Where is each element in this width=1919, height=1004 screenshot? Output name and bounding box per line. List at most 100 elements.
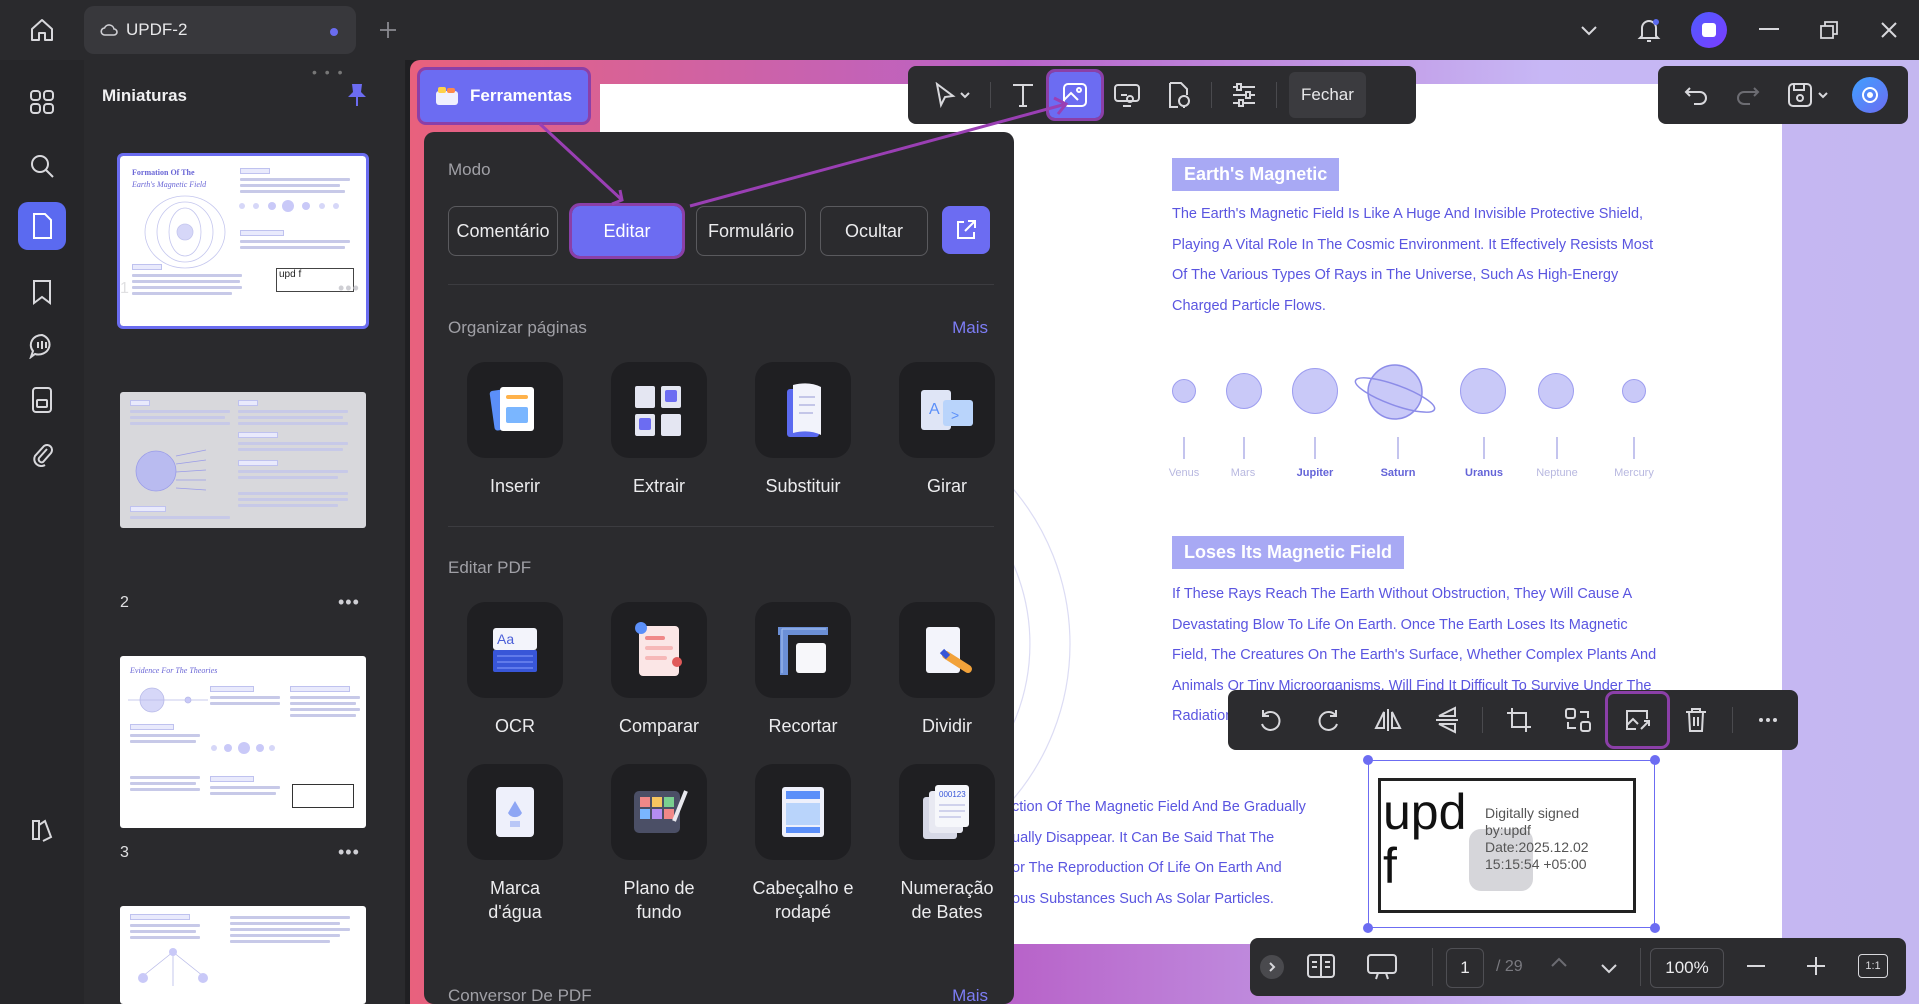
resize-handle[interactable] <box>1363 923 1373 933</box>
page-number-input[interactable]: 1 <box>1446 948 1484 988</box>
search-icon[interactable] <box>18 142 66 190</box>
thumbnail-page-1[interactable]: Formation Of The Earth's Magnetic Field … <box>117 153 369 329</box>
ai-chat-icon[interactable] <box>18 322 66 370</box>
unsaved-dot <box>330 28 338 36</box>
flip-vertical-icon[interactable] <box>1417 694 1476 746</box>
text-line: or The Reproduction Of Life On Earth And <box>1012 860 1282 876</box>
add-text-icon[interactable] <box>997 72 1049 118</box>
zoom-in-icon[interactable] <box>1806 956 1826 981</box>
replace-pages-icon <box>755 362 851 458</box>
chevron-down-icon[interactable] <box>1559 0 1619 60</box>
chevron-up-icon[interactable] <box>1550 955 1568 973</box>
more-options-icon[interactable] <box>1739 694 1798 746</box>
signature-meta-line: Digitally signed <box>1485 805 1580 821</box>
home-icon[interactable] <box>22 12 62 48</box>
settings-sliders-icon[interactable] <box>1218 72 1270 118</box>
select-cursor-icon[interactable] <box>920 72 984 118</box>
tile-numeracao-bates[interactable]: 000123 Numeração de Bates <box>882 764 1012 924</box>
add-image-icon[interactable] <box>1046 69 1104 121</box>
signature-image[interactable]: upd f Digitally signed by:updf Date:2025… <box>1378 778 1636 913</box>
bell-icon[interactable] <box>1619 0 1679 60</box>
resize-handle[interactable] <box>1650 755 1660 765</box>
tick <box>1483 437 1485 459</box>
document-tab[interactable]: UPDF-2 <box>84 6 356 54</box>
tile-ocr[interactable]: Aa OCR <box>450 602 580 738</box>
resize-handle[interactable] <box>1650 923 1660 933</box>
mode-edit-button[interactable]: Editar <box>569 203 685 259</box>
minimize-icon[interactable] <box>1739 0 1799 60</box>
document-stack-icon[interactable] <box>18 376 66 424</box>
tile-inserir[interactable]: Inserir <box>450 362 580 498</box>
tile-label: Girar <box>927 476 967 496</box>
tile-substituir[interactable]: Substituir <box>738 362 868 498</box>
layers-icon[interactable] <box>18 806 66 854</box>
replace-image-icon[interactable] <box>1549 694 1608 746</box>
tools-button[interactable]: Ferramentas <box>417 67 591 125</box>
panel-grip[interactable]: • • • <box>312 64 344 80</box>
tile-marca-dagua[interactable]: Marca d'água <box>450 764 580 924</box>
chevron-right-icon[interactable] <box>1260 955 1284 979</box>
tile-recortar[interactable]: Recortar <box>738 602 868 738</box>
text-line: The Earth's Magnetic Field Is Like A Hug… <box>1172 206 1644 222</box>
save-icon[interactable] <box>1774 72 1844 118</box>
add-watermark-icon[interactable] <box>1153 72 1205 118</box>
text-line: Field, The Creatures On The Earth's Surf… <box>1172 647 1657 663</box>
thumbnails-icon[interactable] <box>18 202 66 250</box>
thumb-more-button[interactable]: ••• <box>338 278 360 299</box>
mode-redact-button[interactable]: Ocultar <box>820 206 928 256</box>
extract-image-icon[interactable] <box>1604 691 1670 749</box>
mode-comment-button[interactable]: Comentário <box>448 206 558 256</box>
thumbnail-page-3[interactable]: Evidence For The Theories <box>120 656 366 828</box>
delete-icon[interactable] <box>1667 694 1726 746</box>
rotate-right-icon[interactable] <box>1299 694 1358 746</box>
close-icon[interactable] <box>1859 0 1919 60</box>
resize-handle[interactable] <box>1363 755 1373 765</box>
add-tab-icon[interactable] <box>372 14 404 46</box>
organize-more-link[interactable]: Mais <box>952 318 988 338</box>
ai-assistant-icon[interactable] <box>1844 72 1896 118</box>
paperclip-icon[interactable] <box>18 430 66 478</box>
tools-label: Ferramentas <box>470 86 573 105</box>
tile-dividir[interactable]: Dividir <box>882 602 1012 738</box>
open-external-icon[interactable] <box>942 206 990 254</box>
avatar[interactable] <box>1679 0 1739 60</box>
thumb-number: 2 <box>120 594 129 611</box>
cloud-icon <box>100 23 118 37</box>
redo-icon[interactable] <box>1722 72 1774 118</box>
thumb-number: 1 <box>120 280 129 297</box>
undo-icon[interactable] <box>1670 72 1722 118</box>
add-link-icon[interactable] <box>1101 72 1153 118</box>
bookmark-icon[interactable] <box>18 268 66 316</box>
zoom-input[interactable]: 100% <box>1650 948 1724 988</box>
planet-neptune <box>1538 373 1574 409</box>
thumbnail-page-4[interactable] <box>120 906 366 1004</box>
flip-horizontal-icon[interactable] <box>1358 694 1417 746</box>
thumb-more-button[interactable]: ••• <box>338 592 360 613</box>
tile-extrair[interactable]: Extrair <box>594 362 724 498</box>
reading-mode-icon[interactable] <box>1306 952 1336 985</box>
pin-icon[interactable] <box>346 82 368 113</box>
tile-cabecalho-rodape[interactable]: Cabeçalho e rodapé <box>738 764 868 924</box>
grid-icon[interactable] <box>18 78 66 126</box>
converter-more-link[interactable]: Mais <box>952 986 988 1004</box>
close-edit-button[interactable]: Fechar <box>1289 72 1366 118</box>
thumb-more-button[interactable]: ••• <box>338 842 360 863</box>
crop-icon[interactable] <box>1489 694 1548 746</box>
rotate-left-icon[interactable] <box>1240 694 1299 746</box>
tile-girar[interactable]: A > Girar <box>882 362 1012 498</box>
presentation-icon[interactable] <box>1366 952 1398 987</box>
restore-icon[interactable] <box>1799 0 1859 60</box>
thumbnail-page-2[interactable] <box>120 392 366 528</box>
mode-form-button[interactable]: Formulário <box>696 206 806 256</box>
tile-label: Extrair <box>632 476 685 496</box>
tile-plano-de-fundo[interactable]: Plano de fundo <box>594 764 724 924</box>
chevron-down-icon[interactable] <box>1600 962 1618 980</box>
tile-comparar[interactable]: Comparar <box>594 602 724 738</box>
rotate-pages-icon: A > <box>899 362 995 458</box>
tick <box>1556 437 1558 459</box>
left-rail <box>0 60 84 1004</box>
actual-size-button[interactable]: 1:1 <box>1858 954 1888 978</box>
zoom-out-icon[interactable] <box>1746 956 1766 981</box>
right-toolbar <box>1658 66 1908 124</box>
insert-pages-icon <box>467 362 563 458</box>
